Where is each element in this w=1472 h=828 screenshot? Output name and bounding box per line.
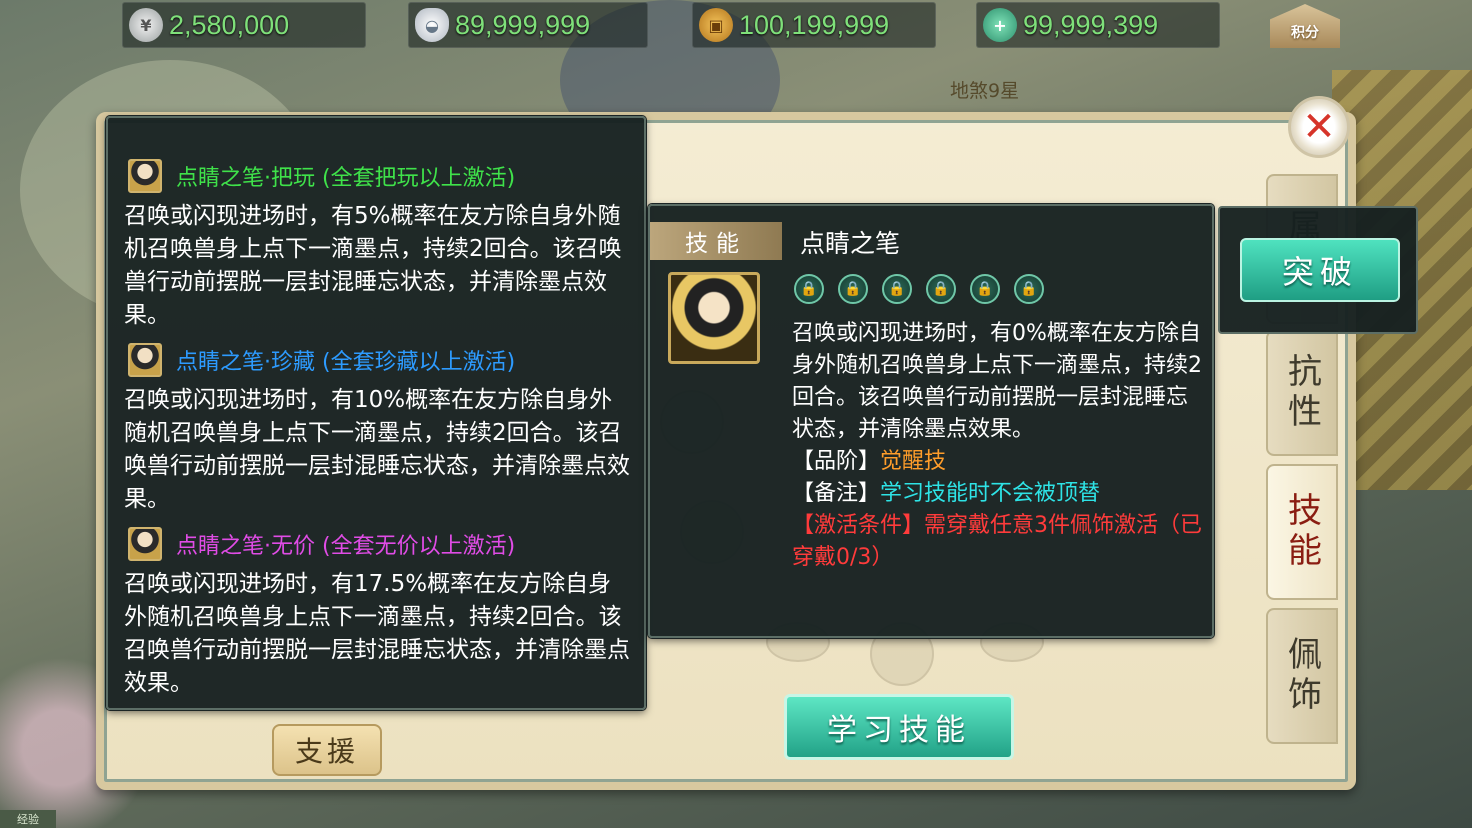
jade-plus-icon: + [983, 8, 1017, 42]
silver-ingot-icon: ◒ [415, 8, 449, 42]
tier-description: 召唤或闪现进场时，有5%概率在友方除自身外随机召唤兽身上点下一滴墨点，持续2回合… [124, 203, 622, 328]
currency-copper-value: 100,199,999 [739, 9, 890, 40]
breakthrough-panel: 突破 [1218, 206, 1418, 334]
tier-entry: 点睛之笔·把玩 (全套把玩以上激活) 召唤或闪现进场时，有5%概率在友方除自身外… [124, 156, 630, 332]
skill-portrait [668, 272, 760, 364]
skill-tiers-tooltip: 点睛之笔·把玩 (全套把玩以上激活) 召唤或闪现进场时，有5%概率在友方除自身外… [106, 116, 646, 710]
skill-description-block: 召唤或闪现进场时，有0%概率在友方除自身外随机召唤兽身上点下一滴墨点，持续2回合… [792, 318, 1202, 574]
support-button[interactable]: 支援 [272, 724, 382, 776]
tab-resistance[interactable]: 抗性 [1266, 330, 1338, 456]
tier-description: 召唤或闪现进场时，有10%概率在友方除自身外随机召唤兽身上点下一滴墨点，持续2回… [124, 387, 630, 512]
breakthrough-button[interactable]: 突破 [1240, 238, 1400, 302]
skill-note-label: 【备注】 [792, 481, 881, 506]
skill-name: 点睛之笔 [800, 229, 901, 258]
copper-coin-icon: ▣ [699, 8, 733, 42]
lock-icon: 🔒 [838, 274, 868, 304]
lock-icon: 🔒 [926, 274, 956, 304]
skill-tag: 技能 [650, 222, 782, 260]
lock-icon: 🔒 [970, 274, 1000, 304]
skill-note-line: 【备注】学习技能时不会被顶替 [792, 478, 1202, 510]
skill-grade-line: 【品阶】觉醒技 [792, 446, 1202, 478]
tab-skills-label: 技能 [1281, 492, 1322, 572]
lock-icon: 🔒 [794, 274, 824, 304]
skill-grade-label: 【品阶】 [792, 449, 881, 474]
tier-title: 点睛之笔·把玩 (全套把玩以上激活) [176, 166, 516, 191]
skill-note-value: 学习技能时不会被顶替 [880, 481, 1101, 506]
close-icon: ✕ [1302, 104, 1336, 150]
skill-portrait-icon [128, 343, 162, 377]
score-button-label: 积分 [1291, 25, 1319, 41]
tier-title: 点睛之笔·无价 (全套无价以上激活) [176, 534, 516, 559]
tab-skills[interactable]: 技能 [1266, 464, 1338, 600]
skill-detail-panel: 技能 点睛之笔 🔒 🔒 🔒 🔒 🔒 🔒 召唤或闪现进场时，有0%概率在友方除自身… [648, 204, 1214, 638]
currency-copper[interactable]: ▣ 100,199,999 [692, 2, 936, 48]
skill-locks: 🔒 🔒 🔒 🔒 🔒 🔒 [794, 274, 1044, 304]
learn-skill-button[interactable]: 学习技能 [784, 694, 1014, 760]
currency-silver[interactable]: ¥ 2,580,000 [122, 2, 366, 48]
close-button[interactable]: ✕ [1288, 96, 1350, 158]
tab-resistance-label: 抗性 [1281, 353, 1322, 433]
currency-jade[interactable]: + 99,999,399 [976, 2, 1220, 48]
skill-portrait-icon [128, 159, 162, 193]
lock-icon: 🔒 [882, 274, 912, 304]
tab-accessories[interactable]: 佩饰 [1266, 608, 1338, 744]
skill-description: 召唤或闪现进场时，有0%概率在友方除自身外随机召唤兽身上点下一滴墨点，持续2回合… [792, 321, 1202, 442]
background-name-tag: 地煞9星 [950, 80, 1020, 102]
tier-description: 召唤或闪现进场时，有17.5%概率在友方除自身外随机召唤兽身上点下一滴墨点，持续… [124, 571, 630, 696]
tier-entry: 点睛之笔·珍藏 (全套珍藏以上激活) 召唤或闪现进场时，有10%概率在友方除自身… [124, 340, 630, 516]
silver-coin-icon: ¥ [129, 8, 163, 42]
lock-icon: 🔒 [1014, 274, 1044, 304]
currency-silver-value: 2,580,000 [169, 9, 290, 40]
currency-ingot[interactable]: ◒ 89,999,999 [408, 2, 648, 48]
exp-label: 经验 [0, 810, 56, 828]
skill-activation-condition: 【激活条件】需穿戴任意3件佩饰激活（已穿戴0/3） [792, 513, 1202, 570]
skill-portrait-icon [128, 527, 162, 561]
tab-accessories-label: 佩饰 [1281, 636, 1322, 716]
tier-title: 点睛之笔·珍藏 (全套珍藏以上激活) [176, 350, 516, 375]
currency-jade-value: 99,999,399 [1023, 9, 1159, 40]
tier-entry: 点睛之笔·无价 (全套无价以上激活) 召唤或闪现进场时，有17.5%概率在友方除… [124, 524, 630, 700]
currency-ingot-value: 89,999,999 [455, 9, 591, 40]
skill-grade-value: 觉醒技 [880, 449, 947, 474]
